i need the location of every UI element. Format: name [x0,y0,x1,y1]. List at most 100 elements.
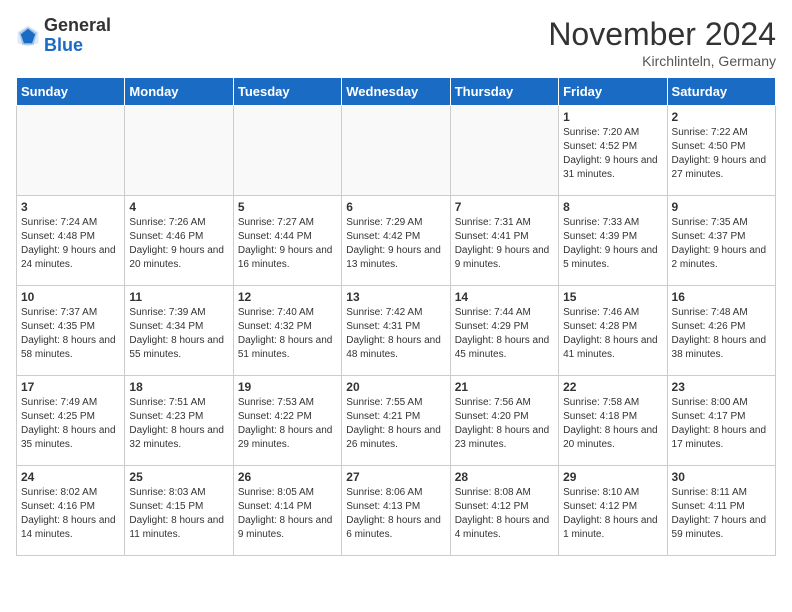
calendar-cell: 26Sunrise: 8:05 AMSunset: 4:14 PMDayligh… [233,466,341,556]
day-number: 14 [455,290,554,304]
day-detail: Sunrise: 7:46 AMSunset: 4:28 PMDaylight:… [563,306,662,362]
day-number: 9 [672,200,771,214]
day-detail: Sunrise: 7:44 AMSunset: 4:29 PMDaylight:… [455,306,554,362]
weekday-header-sunday: Sunday [17,78,125,106]
weekday-header-saturday: Saturday [667,78,775,106]
day-number: 11 [129,290,228,304]
day-number: 10 [21,290,120,304]
month-title: November 2024 [548,16,776,53]
day-number: 25 [129,470,228,484]
calendar-cell: 18 Sunrise: 7:51 AMSunset: 4:23 PMDayligh… [125,376,233,466]
day-number: 12 [238,290,337,304]
calendar-cell: 23 Sunrise: 8:00 AMSunset: 4:17 PMDayligh… [667,376,775,466]
day-detail: Sunrise: 8:03 AMSunset: 4:15 PMDaylight:… [129,486,228,542]
calendar-week-row: 24Sunrise: 8:02 AMSunset: 4:16 PMDayligh… [17,466,776,556]
day-detail: Sunrise: 7:22 AMSunset: 4:50 PMDaylight:… [672,126,771,182]
day-detail: Sunrise: 7:48 AMSunset: 4:26 PMDaylight:… [672,306,771,362]
calendar-cell: 25 Sunrise: 8:03 AMSunset: 4:15 PMDayligh… [125,466,233,556]
day-number: 2 [672,110,771,124]
day-number: 5 [238,200,337,214]
calendar-cell [17,106,125,196]
weekday-header-thursday: Thursday [450,78,558,106]
day-detail: Sunrise: 8:10 AMSunset: 4:12 PMDaylight:… [563,486,662,542]
day-detail: Sunrise: 7:51 AMSunset: 4:23 PMDaylight:… [129,396,228,452]
calendar-week-row: 1Sunrise: 7:20 AMSunset: 4:52 PMDaylight… [17,106,776,196]
day-detail: Sunrise: 7:37 AMSunset: 4:35 PMDaylight:… [21,306,120,362]
day-number: 8 [563,200,662,214]
day-number: 29 [563,470,662,484]
day-detail: Sunrise: 7:42 AMSunset: 4:31 PMDaylight:… [346,306,445,362]
calendar-cell: 8 Sunrise: 7:33 AMSunset: 4:39 PMDaylight… [559,196,667,286]
day-number: 15 [563,290,662,304]
day-detail: Sunrise: 7:26 AMSunset: 4:46 PMDaylight:… [129,216,228,272]
day-detail: Sunrise: 7:55 AMSunset: 4:21 PMDaylight:… [346,396,445,452]
calendar-cell [125,106,233,196]
calendar-table: SundayMondayTuesdayWednesdayThursdayFrid… [16,77,776,556]
day-number: 18 [129,380,228,394]
calendar-cell: 4Sunrise: 7:26 AMSunset: 4:46 PMDaylight… [125,196,233,286]
calendar-cell [233,106,341,196]
day-number: 3 [21,200,120,214]
logo-general-text: General [44,16,111,36]
day-number: 23 [672,380,771,394]
logo-blue-text: Blue [44,36,111,56]
logo: General Blue [16,16,111,56]
day-detail: Sunrise: 7:35 AMSunset: 4:37 PMDaylight:… [672,216,771,272]
day-detail: Sunrise: 7:27 AMSunset: 4:44 PMDaylight:… [238,216,337,272]
calendar-cell: 21 Sunrise: 7:56 AMSunset: 4:20 PMDayligh… [450,376,558,466]
calendar-cell: 3 Sunrise: 7:24 AMSunset: 4:48 PMDaylight… [17,196,125,286]
day-detail: Sunrise: 7:39 AMSunset: 4:34 PMDaylight:… [129,306,228,362]
calendar-cell: 13 Sunrise: 7:42 AMSunset: 4:31 PMDayligh… [342,286,450,376]
day-detail: Sunrise: 8:08 AMSunset: 4:12 PMDaylight:… [455,486,554,542]
day-number: 26 [238,470,337,484]
calendar-cell [450,106,558,196]
calendar-cell: 10 Sunrise: 7:37 AMSunset: 4:35 PMDayligh… [17,286,125,376]
calendar-cell: 1Sunrise: 7:20 AMSunset: 4:52 PMDaylight… [559,106,667,196]
calendar-cell: 24Sunrise: 8:02 AMSunset: 4:16 PMDayligh… [17,466,125,556]
day-detail: Sunrise: 7:58 AMSunset: 4:18 PMDaylight:… [563,396,662,452]
day-detail: Sunrise: 7:56 AMSunset: 4:20 PMDaylight:… [455,396,554,452]
day-detail: Sunrise: 7:40 AMSunset: 4:32 PMDaylight:… [238,306,337,362]
day-number: 1 [563,110,662,124]
weekday-header-tuesday: Tuesday [233,78,341,106]
calendar-cell: 9 Sunrise: 7:35 AMSunset: 4:37 PMDaylight… [667,196,775,286]
day-detail: Sunrise: 7:33 AMSunset: 4:39 PMDaylight:… [563,216,662,272]
title-block: November 2024 Kirchlinteln, Germany [548,16,776,69]
calendar-cell: 29 Sunrise: 8:10 AMSunset: 4:12 PMDayligh… [559,466,667,556]
day-number: 20 [346,380,445,394]
calendar-cell: 6Sunrise: 7:29 AMSunset: 4:42 PMDaylight… [342,196,450,286]
calendar-cell: 14 Sunrise: 7:44 AMSunset: 4:29 PMDayligh… [450,286,558,376]
day-detail: Sunrise: 8:06 AMSunset: 4:13 PMDaylight:… [346,486,445,542]
day-detail: Sunrise: 7:31 AMSunset: 4:41 PMDaylight:… [455,216,554,272]
day-detail: Sunrise: 7:24 AMSunset: 4:48 PMDaylight:… [21,216,120,272]
calendar-cell [342,106,450,196]
day-number: 28 [455,470,554,484]
calendar-header-row: SundayMondayTuesdayWednesdayThursdayFrid… [17,78,776,106]
day-number: 24 [21,470,120,484]
calendar-cell: 15 Sunrise: 7:46 AMSunset: 4:28 PMDayligh… [559,286,667,376]
calendar-cell: 16Sunrise: 7:48 AMSunset: 4:26 PMDayligh… [667,286,775,376]
logo-icon [16,24,40,48]
calendar-cell: 2 Sunrise: 7:22 AMSunset: 4:50 PMDaylight… [667,106,775,196]
day-number: 22 [563,380,662,394]
day-detail: Sunrise: 7:29 AMSunset: 4:42 PMDaylight:… [346,216,445,272]
calendar-cell: 28 Sunrise: 8:08 AMSunset: 4:12 PMDayligh… [450,466,558,556]
day-detail: Sunrise: 8:11 AMSunset: 4:11 PMDaylight:… [672,486,771,542]
calendar-cell: 27Sunrise: 8:06 AMSunset: 4:13 PMDayligh… [342,466,450,556]
weekday-header-wednesday: Wednesday [342,78,450,106]
logo-text: General Blue [44,16,111,56]
calendar-cell: 7Sunrise: 7:31 AMSunset: 4:41 PMDaylight… [450,196,558,286]
location: Kirchlinteln, Germany [548,53,776,69]
day-number: 30 [672,470,771,484]
calendar-cell: 17Sunrise: 7:49 AMSunset: 4:25 PMDayligh… [17,376,125,466]
page-header: General Blue November 2024 Kirchlinteln,… [16,16,776,69]
day-number: 21 [455,380,554,394]
calendar-week-row: 3 Sunrise: 7:24 AMSunset: 4:48 PMDaylight… [17,196,776,286]
calendar-cell: 5 Sunrise: 7:27 AMSunset: 4:44 PMDaylight… [233,196,341,286]
calendar-cell: 19Sunrise: 7:53 AMSunset: 4:22 PMDayligh… [233,376,341,466]
day-number: 13 [346,290,445,304]
calendar-cell: 12 Sunrise: 7:40 AMSunset: 4:32 PMDayligh… [233,286,341,376]
day-number: 19 [238,380,337,394]
day-detail: Sunrise: 7:49 AMSunset: 4:25 PMDaylight:… [21,396,120,452]
day-detail: Sunrise: 8:00 AMSunset: 4:17 PMDaylight:… [672,396,771,452]
